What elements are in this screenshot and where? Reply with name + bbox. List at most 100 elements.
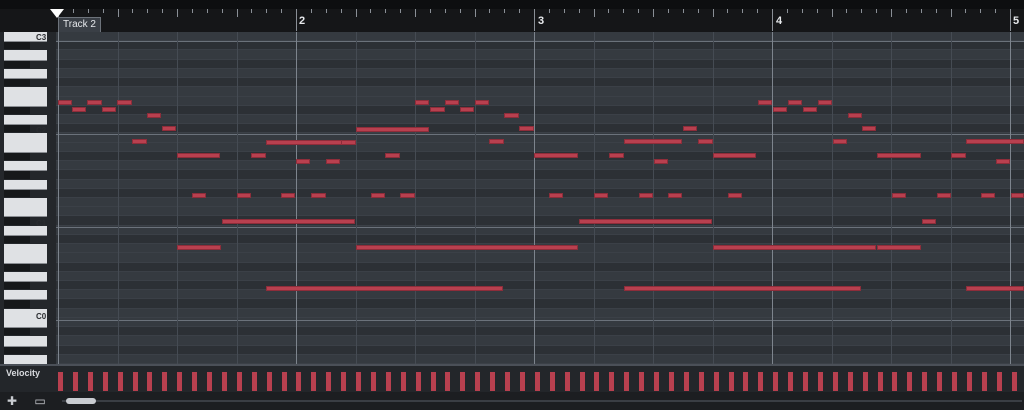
velocity-bar[interactable] [356,372,361,391]
midi-note[interactable] [445,100,459,105]
velocity-bar[interactable] [519,372,525,391]
midi-note[interactable] [341,140,356,145]
midi-note[interactable] [504,113,519,118]
midi-note[interactable] [922,219,936,224]
midi-note[interactable] [713,245,876,250]
velocity-bar[interactable] [594,372,600,391]
black-key[interactable] [4,125,30,133]
midi-note[interactable] [87,100,102,105]
velocity-bar[interactable] [460,372,466,391]
velocity-bar[interactable] [698,372,704,391]
midi-note[interactable] [237,193,251,198]
velocity-bar[interactable] [400,372,406,391]
midi-note[interactable] [117,100,132,105]
midi-note[interactable] [162,126,176,131]
midi-note[interactable] [460,107,474,112]
midi-note[interactable] [848,113,862,118]
white-key[interactable] [4,253,47,264]
midi-note[interactable] [713,153,756,158]
black-key[interactable] [4,328,30,336]
velocity-bar[interactable] [639,372,645,391]
black-key[interactable] [4,79,30,87]
velocity-bar[interactable] [713,372,719,391]
midi-note[interactable] [966,139,1024,144]
white-key[interactable] [4,161,47,172]
velocity-bar[interactable] [58,372,63,391]
velocity-bar[interactable] [847,372,853,391]
midi-note[interactable] [862,126,876,131]
black-key[interactable] [4,263,30,271]
white-key[interactable] [4,271,47,282]
midi-note[interactable] [594,193,608,198]
midi-note[interactable] [177,245,221,250]
timeline-ruler[interactable]: 2 3 4 5 Track 2 [0,0,1024,33]
white-key[interactable] [4,50,47,61]
velocity-bar[interactable] [236,372,242,391]
white-key[interactable] [4,142,47,153]
velocity-bar[interactable] [72,372,78,391]
midi-note[interactable] [773,107,787,112]
midi-note[interactable] [519,126,534,131]
velocity-bar[interactable] [87,372,93,391]
velocity-bar[interactable] [654,372,659,391]
midi-note[interactable] [356,127,429,132]
velocity-bar[interactable] [832,372,838,391]
velocity-bar[interactable] [803,372,808,391]
velocity-bar[interactable] [728,372,734,391]
midi-note[interactable] [177,153,220,158]
midi-note[interactable] [579,219,712,224]
velocity-bar[interactable] [683,372,689,391]
velocity-bar[interactable] [937,372,943,391]
velocity-bar[interactable] [251,372,257,391]
midi-note[interactable] [371,193,385,198]
velocity-bar[interactable] [1011,372,1017,391]
velocity-bar[interactable] [326,372,332,391]
velocity-bar[interactable] [147,372,153,391]
midi-note[interactable] [296,159,310,164]
midi-note[interactable] [415,100,429,105]
midi-note[interactable] [534,153,578,158]
black-key[interactable] [4,171,30,179]
black-key[interactable] [4,42,30,50]
midi-note[interactable] [966,286,1024,291]
velocity-bar[interactable] [102,372,108,391]
white-key[interactable] [4,207,47,218]
velocity-bar[interactable] [952,372,957,391]
velocity-bar[interactable] [862,372,868,391]
white-key[interactable] [4,96,47,107]
velocity-bar[interactable] [430,372,436,391]
white-key[interactable] [4,68,47,80]
midi-note[interactable] [609,153,624,158]
velocity-bar[interactable] [132,372,138,391]
midi-note[interactable] [668,193,682,198]
midi-note[interactable] [981,193,995,198]
midi-note[interactable] [892,193,906,198]
velocity-bar[interactable] [207,372,212,391]
midi-note[interactable] [951,153,966,158]
midi-note[interactable] [624,139,682,144]
midi-note[interactable] [818,100,832,105]
black-key[interactable] [4,189,30,197]
midi-note[interactable] [683,126,697,131]
midi-note[interactable] [877,153,921,158]
midi-note[interactable] [281,193,295,198]
velocity-bar[interactable] [981,372,987,391]
midi-note[interactable] [72,107,86,112]
velocity-bar[interactable] [505,372,510,391]
midi-note[interactable] [833,139,847,144]
velocity-bar[interactable] [758,372,764,391]
midi-note[interactable] [192,193,206,198]
white-key[interactable] [4,290,47,301]
black-key[interactable] [4,60,30,68]
white-key[interactable] [4,179,47,190]
velocity-bar[interactable] [609,372,615,391]
velocity-bar[interactable] [549,372,555,391]
folder-icon[interactable]: ▭ [32,393,48,409]
black-key[interactable] [4,106,30,114]
midi-note[interactable] [251,153,266,158]
velocity-bar[interactable] [296,372,302,391]
midi-note[interactable] [549,193,563,198]
horizontal-zoom-thumb[interactable] [66,398,96,404]
midi-note[interactable] [58,100,72,105]
midi-note[interactable] [728,193,742,198]
